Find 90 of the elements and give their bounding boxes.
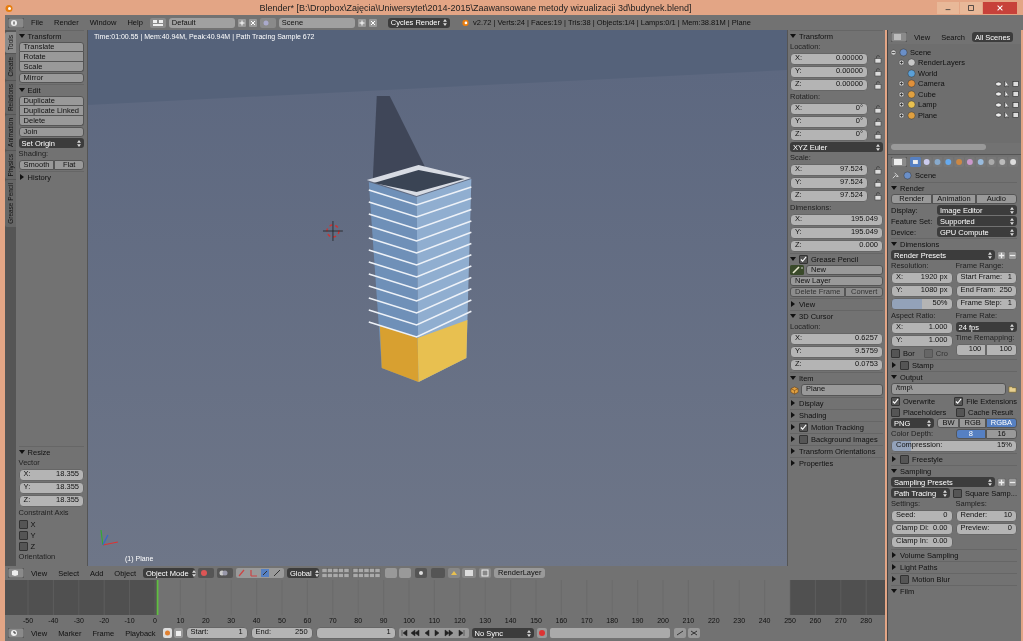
folder-icon[interactable] [1008, 384, 1017, 394]
globe-icon [907, 68, 916, 78]
expand-toggle-icon[interactable] [890, 48, 897, 56]
visibility-toggles-icon[interactable] [995, 90, 1019, 99]
updown-arrows-icon [942, 489, 947, 497]
checkbox[interactable] [900, 454, 909, 464]
timeline-editor-icon[interactable] [8, 628, 24, 638]
updown-arrows-icon [77, 139, 81, 147]
updown-arrows-icon [927, 419, 932, 427]
visibility-toggles-icon[interactable] [995, 79, 1019, 88]
lock-icon[interactable] [873, 117, 883, 127]
checkbox[interactable] [956, 407, 965, 417]
render-preview-icons[interactable] [448, 568, 477, 578]
playback-controls-icon[interactable] [398, 628, 469, 638]
checkbox[interactable] [18, 519, 28, 529]
render-layers-icon [907, 58, 916, 68]
mesh-icon [907, 110, 916, 120]
checkbox[interactable] [18, 541, 28, 551]
checkbox[interactable] [900, 574, 909, 584]
close-icon [996, 3, 1004, 12]
expand-toggle-icon[interactable] [898, 80, 905, 88]
expand-toggle-icon[interactable] [898, 111, 905, 119]
minus-icon[interactable] [1008, 477, 1017, 487]
axis-gizmo-icon [100, 529, 119, 546]
lock-icon[interactable] [873, 80, 883, 90]
properties-tabs-icon[interactable] [910, 157, 1018, 167]
cube-icon [790, 385, 799, 395]
checkbox[interactable] [952, 488, 962, 498]
layout-grid-icon[interactable] [149, 17, 166, 28]
keyframe-icons[interactable] [162, 628, 183, 638]
lock-icon[interactable] [873, 178, 883, 188]
visibility-toggles-icon[interactable] [995, 100, 1019, 109]
mesh-icon [907, 89, 916, 99]
expand-toggle-icon[interactable] [898, 59, 905, 67]
3d-view-editor-icon[interactable] [8, 568, 24, 578]
expand-toggle-icon[interactable] [898, 90, 905, 98]
updown-arrows-icon [876, 143, 880, 151]
camera-icon [907, 79, 916, 89]
checkbox[interactable] [891, 396, 900, 406]
updown-arrows-icon [1010, 323, 1014, 331]
updown-arrows-icon [988, 251, 992, 259]
checkbox[interactable] [799, 254, 808, 264]
close-button[interactable] [983, 1, 1017, 14]
lock-icon[interactable] [873, 54, 883, 64]
render-layer-icon[interactable] [479, 568, 492, 578]
scene-icon [899, 47, 908, 57]
checkbox[interactable] [900, 360, 909, 370]
updown-arrows-icon [526, 629, 531, 637]
properties-editor-icon[interactable] [891, 157, 907, 167]
info-editor-icon[interactable] [8, 17, 24, 28]
layer-buttons[interactable] [322, 568, 383, 578]
lock-icon[interactable] [873, 67, 883, 77]
pin-icon[interactable] [891, 170, 900, 180]
checkbox[interactable] [954, 396, 964, 406]
updown-arrows-icon [1010, 228, 1014, 236]
outliner-editor-icon[interactable] [891, 32, 907, 42]
horizontal-scrollbar[interactable] [891, 144, 987, 150]
updown-arrows-icon [314, 569, 319, 577]
keying-set-field[interactable] [549, 628, 700, 638]
scene-icon [903, 170, 912, 180]
updown-arrows-icon [988, 478, 992, 486]
updown-arrows-icon [1010, 206, 1014, 214]
pivot-icon[interactable] [217, 568, 234, 578]
checkbox[interactable] [799, 422, 808, 432]
maximize-button[interactable] [960, 1, 982, 14]
updown-arrows-icon [1010, 217, 1014, 225]
close-icon[interactable] [248, 18, 257, 27]
lamp-icon [907, 100, 916, 110]
pencil-icon[interactable] [790, 265, 804, 275]
minus-icon[interactable] [1008, 250, 1017, 260]
window-title: Blender* [B:\Dropbox\Zajęcia\Uniwersytet\2014-2015\Zaawansowane metody wizualizacji 3d\budynek.blend] [258, 2, 693, 13]
snapping-icons[interactable] [385, 568, 446, 578]
checkbox[interactable] [891, 407, 900, 417]
maximize-icon [967, 3, 975, 12]
lock-icon[interactable] [873, 130, 883, 140]
app-logo-icon [461, 18, 470, 27]
checkbox[interactable] [18, 530, 28, 540]
checkbox[interactable] [799, 434, 808, 444]
close-icon[interactable] [368, 18, 377, 27]
visibility-toggles-icon[interactable] [995, 111, 1019, 120]
expand-toggle-icon[interactable] [898, 101, 905, 109]
lock-icon[interactable] [873, 165, 883, 175]
plus-icon[interactable] [997, 477, 1006, 487]
updown-arrows-icon [443, 19, 447, 26]
plus-icon[interactable] [997, 250, 1006, 260]
lock-icon[interactable] [873, 191, 883, 201]
checkbox[interactable] [891, 348, 900, 358]
updown-arrows-icon [191, 569, 196, 577]
lock-icon[interactable] [873, 104, 883, 114]
app-logo-icon [4, 2, 14, 13]
